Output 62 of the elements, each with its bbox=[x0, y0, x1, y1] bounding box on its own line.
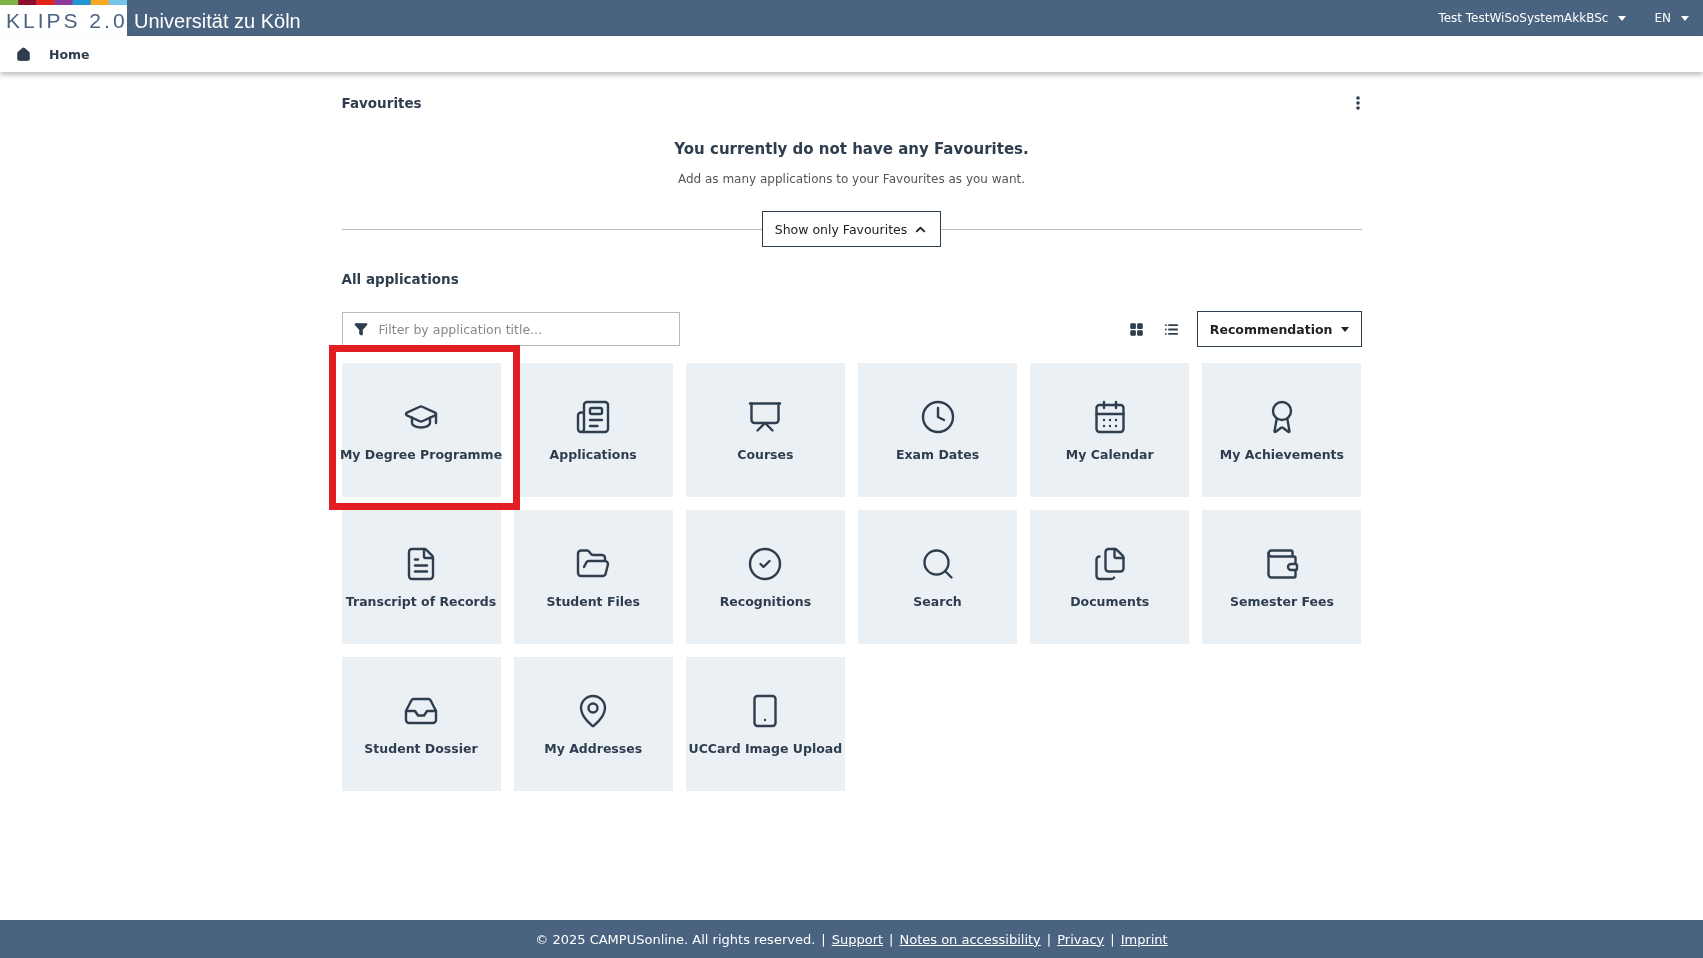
app-label: My Degree Programme bbox=[339, 446, 503, 462]
section-title: All applications bbox=[341, 271, 460, 287]
app-label: Documents bbox=[1070, 593, 1150, 609]
app-label: Exam Dates bbox=[896, 446, 980, 462]
newspaper-icon bbox=[575, 398, 612, 435]
caret-icon bbox=[1618, 15, 1627, 21]
check-circle-icon bbox=[747, 545, 784, 582]
university-name: Universität zu Köln bbox=[133, 9, 301, 34]
section-title: Favourites bbox=[341, 95, 422, 111]
footer-link[interactable]: Privacy bbox=[1057, 931, 1105, 947]
app-tile[interactable]: Courses bbox=[685, 363, 845, 497]
app-label: Courses bbox=[737, 446, 794, 462]
sort-dropdown[interactable]: Recommendation bbox=[1196, 311, 1362, 347]
more-options-button[interactable] bbox=[1353, 94, 1362, 112]
app-label: My Calendar bbox=[1065, 446, 1154, 462]
filter-icon bbox=[353, 322, 368, 336]
app-label: Semester Fees bbox=[1230, 593, 1334, 609]
grid-icon bbox=[1128, 321, 1144, 337]
app-tile[interactable]: Search bbox=[858, 510, 1018, 644]
app-tile[interactable]: Student Dossier bbox=[341, 657, 501, 791]
user-menu[interactable]: Test TestWiSoSystemAkkBSc bbox=[1424, 0, 1641, 36]
separator: | bbox=[889, 931, 894, 947]
separator: | bbox=[821, 931, 826, 947]
app-tile[interactable]: Exam Dates bbox=[858, 363, 1018, 497]
app-label: My Addresses bbox=[544, 740, 643, 756]
footer-link[interactable]: Imprint bbox=[1120, 931, 1168, 947]
footer-link[interactable]: Notes on accessibility bbox=[899, 931, 1041, 947]
app-label: Applications bbox=[549, 446, 637, 462]
app-label: Search bbox=[913, 593, 962, 609]
app-tile[interactable]: Documents bbox=[1030, 510, 1190, 644]
logo-text: KLIPS 2.0 bbox=[5, 8, 127, 33]
app-tile[interactable]: Student Files bbox=[513, 510, 673, 644]
language-menu[interactable]: EN bbox=[1640, 0, 1703, 36]
app-tile[interactable]: Semester Fees bbox=[1202, 510, 1362, 644]
app-label: Student Dossier bbox=[364, 740, 478, 756]
app-tile[interactable]: Recognitions bbox=[685, 510, 845, 644]
separator: | bbox=[1110, 931, 1115, 947]
app-tile[interactable]: My Addresses bbox=[513, 657, 673, 791]
caret-icon bbox=[1681, 15, 1689, 21]
separator: | bbox=[1046, 931, 1052, 947]
app-tile[interactable]: UCCard Image Upload bbox=[685, 657, 845, 791]
logo[interactable]: KLIPS 2.0 bbox=[0, 0, 127, 36]
footer-link[interactable]: Support bbox=[831, 931, 884, 947]
copyright-text: © 2025 CAMPUSonline. All rights reserved. bbox=[535, 931, 816, 947]
empty-text: Add as many applications to your Favourites as you want. bbox=[676, 172, 1027, 186]
app-label: UCCard Image Upload bbox=[688, 740, 843, 756]
more-icon bbox=[1355, 96, 1360, 110]
empty-title: You currently do not have any Favourites. bbox=[673, 140, 1030, 158]
app-tile[interactable]: My Calendar bbox=[1030, 363, 1190, 497]
app-label: Student Files bbox=[546, 593, 640, 609]
list-icon bbox=[1163, 321, 1179, 337]
app-label: My Achievements bbox=[1219, 446, 1344, 462]
show-favourites-button[interactable]: Show only Favourites bbox=[761, 211, 942, 247]
app-tile[interactable]: My Achievements bbox=[1202, 363, 1362, 497]
filter-field[interactable]: Filter by application title... bbox=[341, 312, 680, 346]
breadcrumb-link[interactable]: Home bbox=[49, 46, 90, 62]
app-label: Recognitions bbox=[719, 593, 812, 609]
home-icon[interactable] bbox=[16, 46, 31, 62]
app-label: Transcript of Records bbox=[345, 593, 497, 609]
app-tile[interactable]: Transcript of Records bbox=[341, 510, 501, 644]
app-tile[interactable]: My Degree Programme bbox=[341, 363, 501, 497]
clock-icon bbox=[919, 398, 956, 435]
